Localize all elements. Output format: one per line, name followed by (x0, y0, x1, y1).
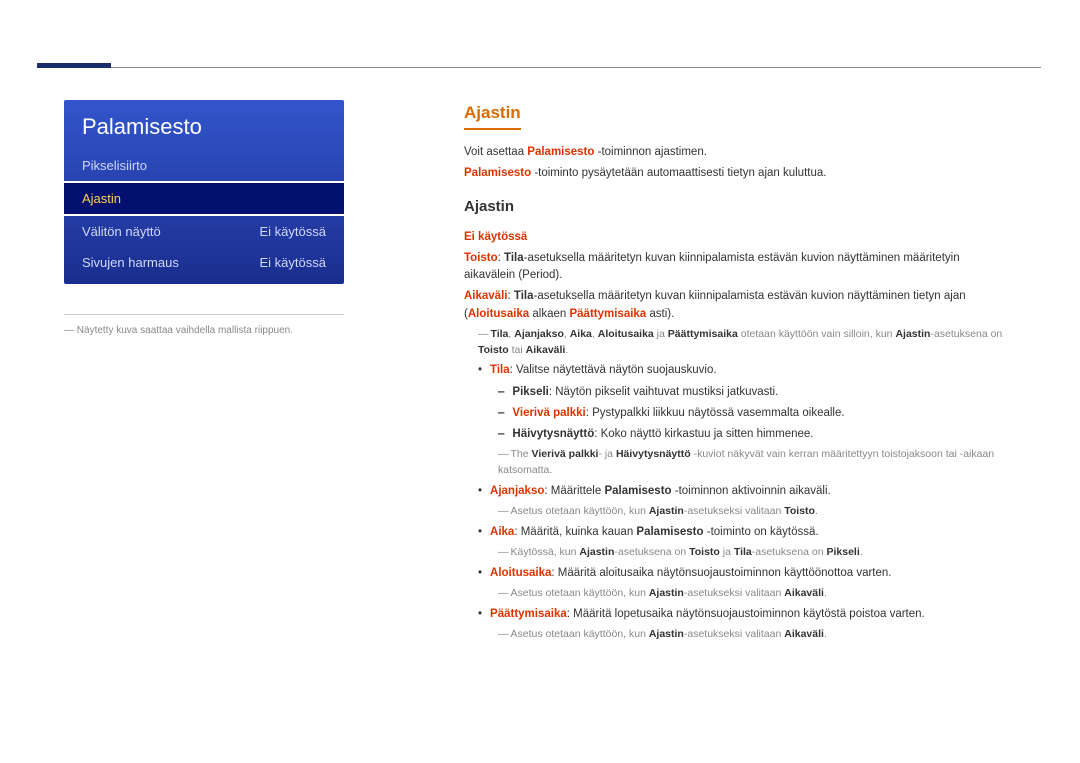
left-column: Palamisesto Pikselisiirto Ajastin Välitö… (64, 100, 404, 647)
menu-title: Palamisesto (64, 100, 344, 150)
menu-item-pikselisiirto[interactable]: Pikselisiirto (64, 150, 344, 181)
menu-value: Ei käytössä (260, 224, 326, 239)
note-4: Käytössä, kun Ajastin-asetuksena on Tois… (464, 545, 1010, 561)
note-2: The Vierivä palkki- ja Häivytysnäyttö -k… (464, 447, 1010, 479)
note-1: Tila, Ajanjakso, Aika, Aloitusaika ja Pä… (464, 327, 1010, 359)
menu-item-sivujen[interactable]: Sivujen harmaus Ei käytössä (64, 247, 344, 284)
note-3: Asetus otetaan käyttöön, kun Ajastin-ase… (464, 504, 1010, 520)
aloitus-bullet: Aloitusaika: Määritä aloitusaika näytöns… (464, 565, 1010, 582)
tila-bullet: Tila: Valitse näytettävä näytön suojausk… (464, 362, 1010, 379)
sub-heading: Ajastin (464, 196, 1010, 219)
header-divider (111, 67, 1041, 68)
paatty-bullet: Päättymisaika: Määritä lopetusaika näytö… (464, 606, 1010, 623)
footnote: Näytetty kuva saattaa vaihdella mallista… (64, 325, 404, 336)
aika-bullet: Aika: Määritä, kuinka kauan Palamisesto … (464, 524, 1010, 541)
intro-line-2: Palamisesto -toiminto pysäytetään automa… (464, 165, 1010, 182)
menu-label: Pikselisiirto (82, 158, 147, 173)
menu-value: Ei käytössä (260, 255, 326, 270)
menu-item-valiton[interactable]: Välitön näyttö Ei käytössä (64, 216, 344, 247)
menu-label: Sivujen harmaus (82, 255, 179, 270)
menu-label: Ajastin (82, 191, 121, 206)
right-column: Ajastin Voit asettaa Palamisesto -toimin… (464, 100, 1040, 647)
aikavali-line: Aikaväli: Tila-asetuksella määritetyn ku… (464, 288, 1010, 323)
note-5: Asetus otetaan käyttöön, kun Ajastin-ase… (464, 586, 1010, 602)
pikseli-line: Pikseli: Näytön pikselit vaihtuvat musti… (464, 384, 1010, 401)
menu-label: Välitön näyttö (82, 224, 161, 239)
osd-menu: Palamisesto Pikselisiirto Ajastin Välitö… (64, 100, 344, 284)
page-content: Palamisesto Pikselisiirto Ajastin Välitö… (0, 0, 1080, 647)
intro-line-1: Voit asettaa Palamisesto -toiminnon ajas… (464, 144, 1010, 161)
menu-item-ajastin[interactable]: Ajastin (62, 181, 346, 216)
ajanjakso-bullet: Ajanjakso: Määrittele Palamisesto -toimi… (464, 483, 1010, 500)
vieriva-line: Vierivä palkki: Pystypalkki liikkuu näyt… (464, 405, 1010, 422)
header-accent (37, 63, 111, 68)
note-6: Asetus otetaan käyttöön, kun Ajastin-ase… (464, 627, 1010, 643)
left-divider (64, 314, 344, 315)
ei-kaytossa: Ei käytössä (464, 229, 1010, 246)
toisto-line: Toisto: Tila-asetuksella määritetyn kuva… (464, 250, 1010, 285)
haivy-line: Häivytysnäyttö: Koko näyttö kirkastuu ja… (464, 426, 1010, 443)
section-heading: Ajastin (464, 100, 521, 130)
